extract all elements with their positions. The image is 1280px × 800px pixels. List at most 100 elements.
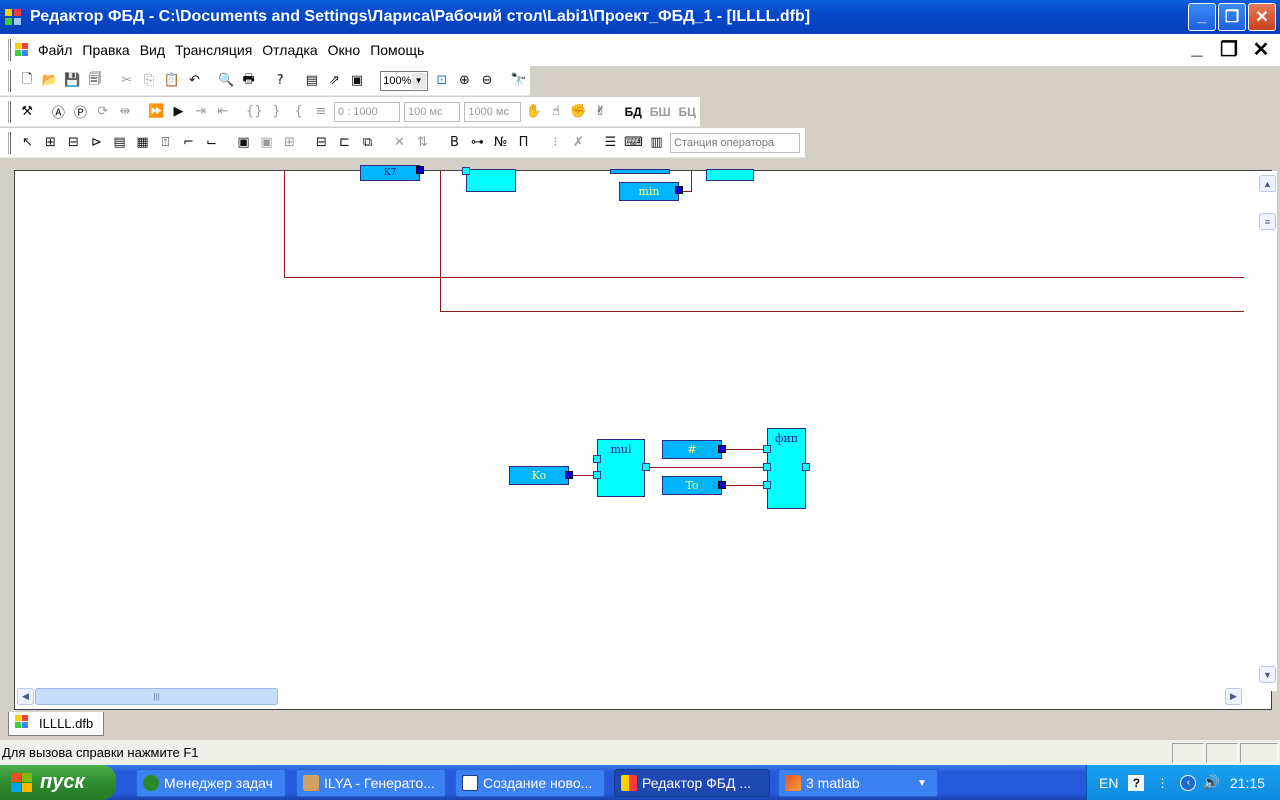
tab-illll[interactable]: ILLLL.dfb	[8, 712, 104, 736]
keyboard-icon[interactable]: ⌨	[622, 132, 645, 154]
mode-a-icon[interactable]: Ⓐ	[47, 101, 69, 123]
start-button[interactable]: пуск	[0, 765, 116, 800]
print-icon[interactable]: 🖶	[237, 70, 260, 92]
zoom-in-icon[interactable]: ⊕	[453, 70, 476, 92]
input-pin[interactable]	[763, 463, 771, 471]
menu-grip[interactable]	[8, 39, 11, 61]
align-left-icon[interactable]: ⊏	[333, 132, 356, 154]
function-block-icon[interactable]: ⊟	[62, 132, 85, 154]
document-icon[interactable]	[15, 43, 29, 57]
grid-dim-icon[interactable]: ⊞	[278, 132, 301, 154]
input-pin[interactable]	[763, 445, 771, 453]
comment-icon[interactable]: ▦	[131, 132, 154, 154]
fbd-editor-task[interactable]: Редактор ФБД ...	[614, 769, 770, 797]
move-icon[interactable]: ⇅	[411, 132, 434, 154]
network-icon[interactable]: ⋮	[1156, 776, 1168, 790]
open-icon[interactable]: 📂	[39, 70, 62, 92]
toolbar-grip[interactable]	[8, 100, 11, 123]
variable-top-clipped-2[interactable]	[610, 169, 670, 174]
mode-p-icon[interactable]: Ⓟ	[69, 101, 91, 123]
brace-icon[interactable]: {}	[243, 101, 265, 123]
chevron-down-icon[interactable]: ▼	[917, 778, 927, 789]
wire-end-icon[interactable]: ⌙	[200, 132, 223, 154]
restore-button[interactable]: ❐	[1218, 3, 1246, 31]
variable-to[interactable]: To	[662, 476, 722, 495]
build-icon[interactable]: ⚒	[16, 101, 38, 123]
output-pin[interactable]	[675, 186, 683, 194]
run-icon[interactable]: ▶	[167, 101, 189, 123]
input-pin[interactable]	[593, 471, 601, 479]
bd-button[interactable]: БД	[621, 105, 646, 119]
output-block-icon[interactable]: ⊳	[85, 132, 108, 154]
bsh-button[interactable]: БШ	[646, 105, 675, 119]
output-pin[interactable]	[565, 471, 573, 479]
help-icon[interactable]: ?	[1128, 774, 1145, 791]
doc-minimize-button[interactable]: _	[1184, 37, 1210, 62]
variable-hash[interactable]: #	[662, 440, 722, 459]
bus-icon[interactable]: ⊶	[466, 132, 489, 154]
step-field[interactable]: 100 мс	[404, 101, 461, 122]
scroll-left-button[interactable]: ◀	[17, 688, 34, 705]
step-out-icon[interactable]: ⇤	[212, 101, 234, 123]
tools-icon[interactable]: ✗	[567, 132, 590, 154]
console-icon[interactable]: ▥	[645, 132, 668, 154]
output-pin[interactable]	[642, 463, 650, 471]
station-field[interactable]: Станция оператора	[670, 132, 800, 153]
output-pin[interactable]	[802, 463, 810, 471]
brace-step-icon[interactable]: }	[265, 101, 287, 123]
scroll-right-button[interactable]: ▶	[1225, 688, 1242, 705]
zoom-out-icon[interactable]: ⊖	[476, 70, 499, 92]
scroll-up-button[interactable]: ▲	[1259, 175, 1276, 192]
minimize-button[interactable]: _	[1188, 3, 1216, 31]
new-icon[interactable]: 🗋	[16, 70, 39, 92]
numbering-icon[interactable]: №	[489, 132, 512, 154]
hand-box-icon[interactable]: ✌	[589, 101, 611, 123]
volume-icon[interactable]: 🔊	[1202, 774, 1219, 791]
step-into-icon[interactable]: ⇥	[190, 101, 212, 123]
toolbar-grip[interactable]	[8, 131, 11, 154]
horizontal-scroll-thumb[interactable]: |||	[35, 688, 278, 705]
time-range-field[interactable]: 0 : 1000	[334, 101, 401, 122]
menu-translate[interactable]: Трансляция	[170, 40, 257, 60]
block-fip[interactable]: фип	[767, 428, 806, 509]
undo-icon[interactable]: ↶	[183, 70, 206, 92]
window-icon[interactable]: ▣	[346, 70, 369, 92]
link-icon[interactable]: ⇗	[323, 70, 346, 92]
vertical-scrollbar[interactable]: ▲ ≡ ▼	[1258, 171, 1277, 691]
input-pin[interactable]	[593, 455, 601, 463]
menu-edit[interactable]: Правка	[77, 40, 134, 60]
matlab-task[interactable]: 3 matlab ▼	[778, 769, 938, 797]
block-icon[interactable]: ⊞	[39, 132, 62, 154]
output-pin[interactable]	[718, 445, 726, 453]
run-fast-icon[interactable]: ⏩	[145, 101, 167, 123]
layers-icon[interactable]: ☰	[599, 132, 622, 154]
output-pin[interactable]	[718, 481, 726, 489]
menu-debug[interactable]: Отладка	[257, 40, 322, 60]
menu-file[interactable]: Файл	[33, 40, 77, 60]
save-icon[interactable]: 💾	[61, 70, 84, 92]
save-all-icon[interactable]: 🗐	[84, 70, 107, 92]
toolbar-grip[interactable]	[8, 69, 11, 92]
input-pin[interactable]	[763, 481, 771, 489]
align-icon[interactable]: ⊟	[310, 132, 333, 154]
hand-stop-icon[interactable]: ✊	[567, 101, 589, 123]
copy-icon[interactable]: ⎘	[138, 70, 161, 92]
input-pin-icon[interactable]: ⍐	[154, 132, 177, 154]
variable-top-clipped[interactable]: K7	[360, 165, 420, 181]
task-manager-task[interactable]: Менеджер задач	[136, 769, 286, 797]
chevron-down-icon[interactable]: ▼	[411, 72, 426, 89]
hand-icon[interactable]: ✋	[523, 101, 545, 123]
pointer-icon[interactable]: ↖	[16, 132, 39, 154]
output-pin[interactable]	[416, 166, 424, 174]
doc-close-button[interactable]: ✕	[1248, 37, 1274, 62]
paste-icon[interactable]: 📋	[161, 70, 184, 92]
menu-help[interactable]: Помощь	[365, 40, 429, 60]
cut-icon[interactable]: ✂	[115, 70, 138, 92]
period-field[interactable]: 1000 мс	[464, 101, 521, 122]
ilya-task[interactable]: ILYA - Генерато...	[296, 769, 446, 797]
block-mul[interactable]: mul	[597, 439, 645, 497]
function-block-top-clipped-2[interactable]	[706, 169, 754, 181]
pi-icon[interactable]: Π	[512, 132, 535, 154]
delete-icon[interactable]: ✕	[388, 132, 411, 154]
arrow-left-icon[interactable]: ‹	[1180, 774, 1197, 791]
